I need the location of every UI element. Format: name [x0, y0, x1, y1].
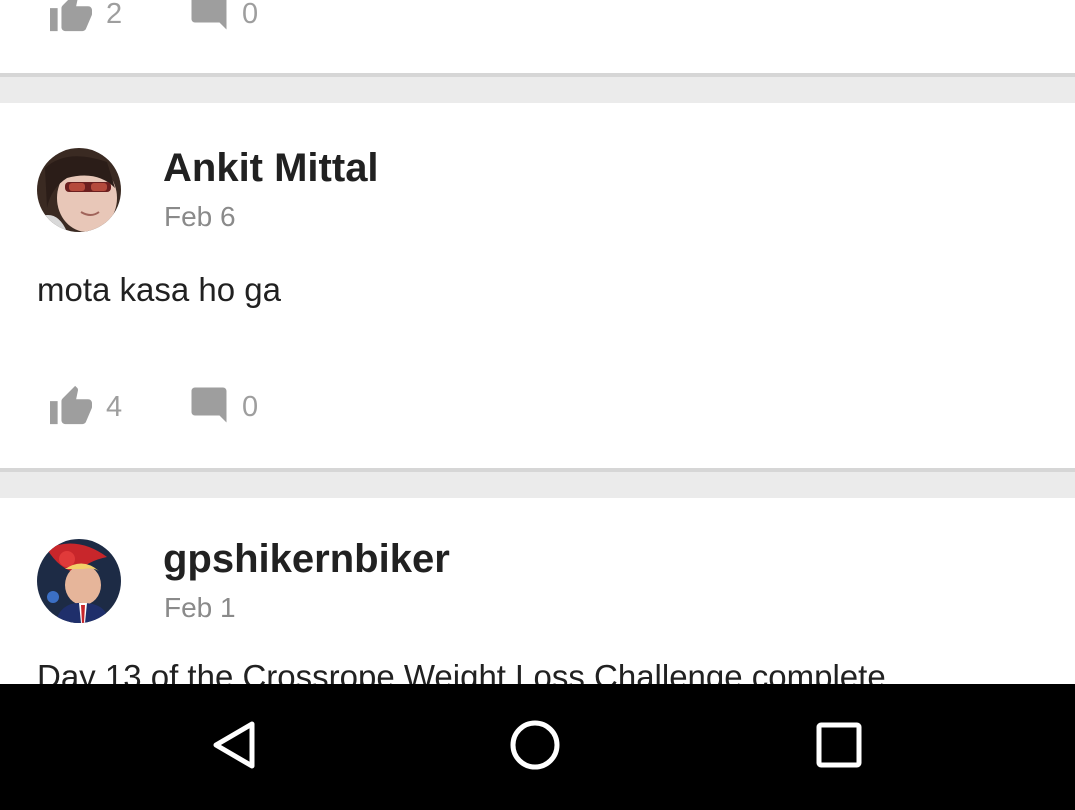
- avatar[interactable]: [37, 539, 121, 623]
- feed: 2 0 Ankit Mittal Feb 6 mota kasa ho ga 4…: [0, 0, 1075, 684]
- comment-button[interactable]: 0: [188, 385, 258, 429]
- back-triangle-icon: [208, 720, 258, 775]
- post-author[interactable]: gpshikernbiker: [163, 539, 450, 579]
- comment-count: 0: [242, 0, 259, 30]
- thumbs-up-icon: [48, 0, 94, 38]
- post-card: Ankit Mittal Feb 6 mota kasa ho ga 4 0: [0, 103, 1075, 470]
- home-button[interactable]: [505, 717, 565, 777]
- recents-square-icon: [816, 722, 862, 773]
- post-card: gpshikernbiker Feb 1 Day 13 of the Cross…: [0, 496, 1075, 684]
- back-button[interactable]: [203, 717, 263, 777]
- navigation-bar: [0, 684, 1075, 810]
- avatar[interactable]: [37, 148, 121, 232]
- post-actions: 4 0: [0, 385, 400, 429]
- home-circle-icon: [509, 719, 561, 776]
- comment-icon: [188, 0, 230, 38]
- post-separator: [0, 73, 1075, 103]
- post-text: mota kasa ho ga: [37, 271, 281, 308]
- post-date: Feb 6: [164, 201, 236, 232]
- comment-button[interactable]: 0: [188, 0, 258, 36]
- previous-post-actions: 2 0: [0, 0, 400, 36]
- like-count: 2: [106, 0, 123, 30]
- screen: 2 0 Ankit Mittal Feb 6 mota kasa ho ga 4…: [0, 0, 1075, 810]
- recents-button[interactable]: [809, 717, 869, 777]
- comment-count: 0: [242, 390, 259, 423]
- post-date: Feb 1: [164, 592, 236, 623]
- post-text: Day 13 of the Crossrope Weight Loss Chal…: [37, 658, 886, 684]
- like-button[interactable]: 2: [48, 0, 122, 36]
- like-button[interactable]: 4: [48, 385, 122, 429]
- thumbs-up-icon: [48, 384, 94, 431]
- comment-icon: [188, 384, 230, 431]
- post-separator: [0, 468, 1075, 498]
- post-author[interactable]: Ankit Mittal: [163, 148, 379, 188]
- like-count: 4: [106, 390, 123, 423]
